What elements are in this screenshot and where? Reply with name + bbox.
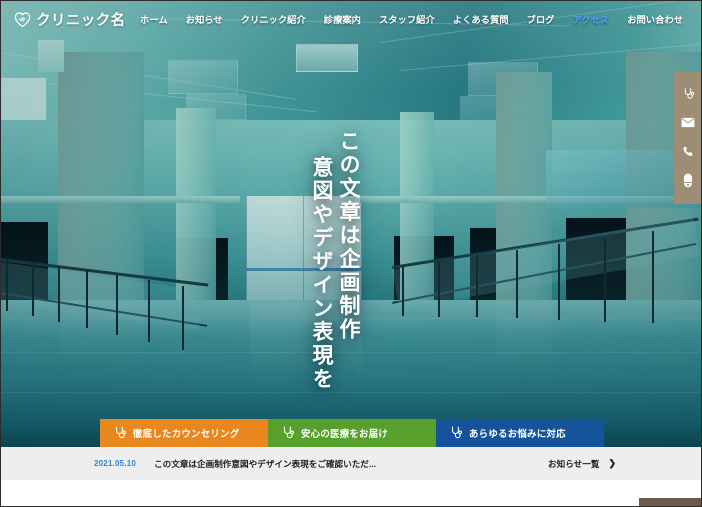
- nav-item-faq[interactable]: よくある質問: [444, 12, 518, 26]
- nav-item-access[interactable]: アクセス: [563, 12, 618, 26]
- nav-item-contact[interactable]: お問い合わせ: [618, 12, 692, 26]
- stethoscope-icon: [684, 87, 694, 99]
- stethoscope-icon: [451, 426, 462, 439]
- capsule-pill-icon: [683, 173, 693, 188]
- news-headline[interactable]: この文章は企画制作意図やデザイン表現をご確認いただ...: [154, 458, 376, 470]
- nav-item-news[interactable]: お知らせ: [177, 12, 232, 26]
- chevron-right-icon: ❯: [608, 458, 616, 468]
- hero-headline: この文章は企画制作 意図やデザイン表現を: [310, 130, 361, 391]
- side-button-email[interactable]: [674, 108, 702, 137]
- nav-item-about[interactable]: クリニック紹介: [232, 12, 315, 26]
- site-header: クリニック名 ホーム お知らせ クリニック紹介 診療案内 スタッフ紹介 よくある…: [0, 0, 702, 38]
- cta-counseling[interactable]: 徹底したカウンセリング: [100, 419, 268, 447]
- news-ticker-bar: 2021.05.10 この文章は企画制作意図やデザイン表現をご確認いただ... …: [0, 447, 702, 480]
- page-top-button[interactable]: [639, 498, 702, 507]
- cta-all-concerns[interactable]: あらゆるお悩みに対応: [436, 419, 604, 447]
- cta-banner-row: 徹底したカウンセリング 安心の医療をお届け あらゆるお悩みに対応: [100, 419, 604, 447]
- hero-section: この文章は企画制作 意図やデザイン表現を: [0, 0, 702, 447]
- phone-icon: [683, 146, 693, 157]
- page-root: この文章は企画制作 意図やデザイン表現を クリニック名 ホーム お知らせ クリニ…: [0, 0, 702, 507]
- site-logo[interactable]: クリニック名: [13, 9, 125, 30]
- nav-item-blog[interactable]: ブログ: [518, 12, 564, 26]
- heart-handshake-icon: [14, 11, 31, 27]
- nav-item-staff[interactable]: スタッフ紹介: [370, 12, 444, 26]
- cta-reliable-care[interactable]: 安心の医療をお届け: [268, 419, 436, 447]
- hero-headline-line-2: 意図やデザイン表現を: [310, 156, 334, 391]
- side-button-pharmacy[interactable]: [674, 166, 702, 195]
- side-quick-links: [674, 72, 702, 204]
- page-below-fold: [0, 480, 702, 507]
- envelope-icon: [681, 117, 695, 128]
- hero-headline-line-1: この文章は企画制作: [337, 130, 361, 342]
- stethoscope-icon: [283, 426, 294, 439]
- news-date: 2021.05.10: [94, 459, 137, 468]
- cta-all-concerns-label: あらゆるお悩みに対応: [469, 428, 566, 439]
- side-button-medical-consult[interactable]: [674, 79, 702, 108]
- nav-item-services[interactable]: 診療案内: [315, 12, 370, 26]
- main-navigation: ホーム お知らせ クリニック紹介 診療案内 スタッフ紹介 よくある質問 ブログ …: [131, 12, 692, 26]
- news-list-link[interactable]: お知らせ一覧 ❯: [548, 458, 616, 470]
- cta-counseling-label: 徹底したカウンセリング: [133, 428, 240, 439]
- news-list-link-label: お知らせ一覧: [548, 458, 600, 469]
- side-button-phone[interactable]: [674, 137, 702, 166]
- cta-reliable-care-label: 安心の医療をお届け: [301, 428, 389, 439]
- site-logo-text: クリニック名: [36, 12, 126, 29]
- stethoscope-icon: [115, 426, 126, 439]
- nav-item-home[interactable]: ホーム: [131, 12, 177, 26]
